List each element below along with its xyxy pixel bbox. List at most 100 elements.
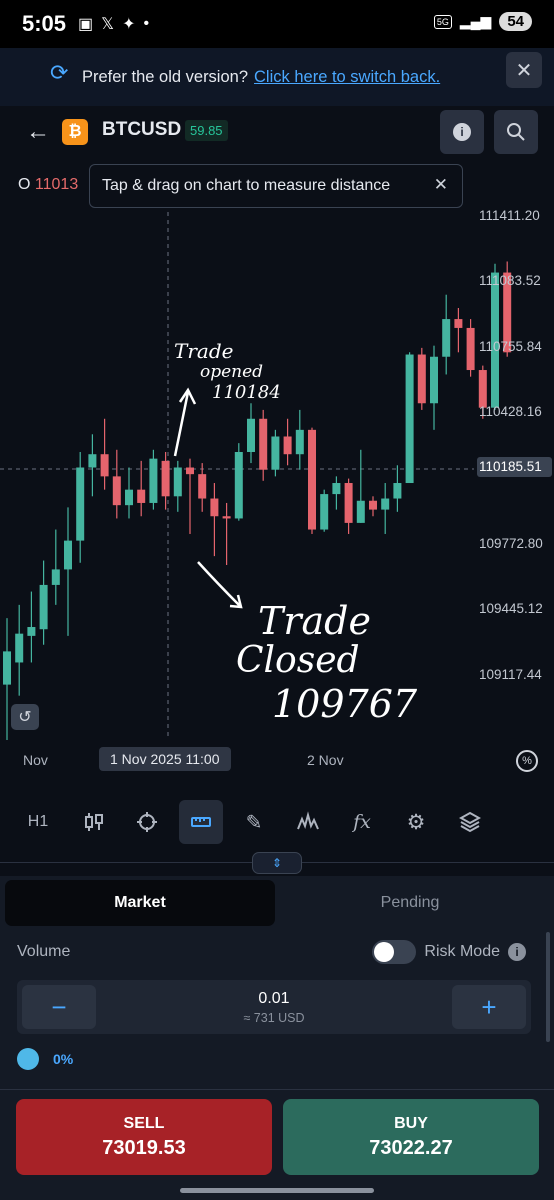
volume-label: Volume: [17, 943, 71, 960]
candle-body: [247, 418, 255, 452]
price-tick-label: 109772.80: [479, 536, 543, 551]
candle-body: [186, 467, 194, 475]
price-tick-label: 110428.16: [479, 404, 542, 419]
up-arrow-icon: [173, 387, 197, 457]
candle-body: [125, 489, 133, 506]
dot-icon: •: [143, 15, 150, 32]
ruler-button[interactable]: [179, 800, 223, 844]
panel-scrollbar[interactable]: [546, 932, 550, 1042]
risk-mode-toggle[interactable]: [372, 940, 417, 964]
price-tick-label: 109445.12: [479, 601, 543, 616]
candle-body: [173, 467, 182, 497]
buy-label: BUY: [394, 1114, 428, 1132]
pencil-icon: ✎: [245, 811, 263, 834]
plus-icon: +: [481, 991, 497, 1022]
candle-body: [210, 498, 219, 517]
candle-body: [3, 651, 11, 685]
annotation-closed-line2: Closed: [236, 640, 360, 681]
ohlc-open-label: O: [18, 176, 31, 193]
price-tick-label: 110185.51: [479, 459, 542, 474]
layers-button[interactable]: [448, 800, 492, 844]
candle-body: [137, 489, 146, 503]
panel-separator: [0, 1089, 554, 1090]
annotation-closed-line3: 109767: [272, 682, 418, 726]
tab-pending[interactable]: Pending: [275, 880, 545, 926]
expand-vertical-icon: ⇕: [271, 856, 283, 870]
candle-body: [417, 354, 426, 404]
measure-tooltip-text: Tap & drag on chart to measure distance: [102, 177, 391, 194]
risk-info-icon[interactable]: i: [508, 943, 526, 961]
price-tick-label: 109117.44: [479, 667, 542, 682]
candle-body: [320, 494, 329, 530]
reset-icon: ↺: [18, 709, 32, 726]
percent-scale-icon[interactable]: %: [516, 750, 538, 772]
battery-indicator: 54: [499, 12, 532, 31]
price-axis: 111411.20 111083.52 110755.84 110428.16 1101…: [477, 208, 552, 682]
back-arrow-icon[interactable]: ←: [26, 118, 50, 146]
time-label-selected: 1 Nov 2025 11:00: [99, 747, 231, 771]
slider-handle[interactable]: [17, 1048, 39, 1070]
instrument-symbol[interactable]: BTCUSD: [102, 119, 181, 141]
draw-button[interactable]: ✎: [232, 800, 276, 844]
status-time: 5:05: [22, 11, 67, 36]
increase-volume-button[interactable]: +: [452, 985, 526, 1029]
candle-body: [454, 319, 463, 328]
x-app-icon: 𝕏: [101, 16, 115, 33]
candle-body: [356, 500, 365, 523]
down-arrow-icon: [197, 561, 243, 609]
annotation-closed: Trade Closed 109767: [197, 561, 418, 726]
screenshot-icon: ▣: [78, 16, 94, 33]
candle-body: [51, 569, 60, 585]
annotation-opened-line1: Trade: [174, 339, 233, 363]
instrument-header: ← ₿ BTCUSD 59.85 i: [0, 106, 554, 164]
volume-stepper: − 0.01 ≈ 731 USD +: [17, 980, 531, 1034]
candle-body: [64, 540, 72, 570]
candle-body: [283, 436, 292, 455]
chart-toolbar: H1 ✎ fx ⚙: [0, 800, 554, 846]
ohlc-readout: O 11013: [18, 176, 78, 194]
candle-body: [295, 429, 304, 455]
reset-chart-button[interactable]: ↺: [11, 704, 39, 730]
crosshair-button[interactable]: [125, 800, 169, 844]
candle-body: [161, 460, 170, 497]
banner-close-button[interactable]: ✕: [506, 52, 542, 88]
ohlc-open-value: 11013: [34, 176, 79, 193]
candle-body: [88, 454, 97, 468]
patterns-button[interactable]: [286, 800, 330, 844]
risk-mode: Risk Mode i: [372, 940, 526, 964]
candle-body: [344, 483, 353, 523]
time-label-2nov: 2 Nov: [307, 752, 344, 768]
refresh-icon: ⟳: [50, 60, 69, 85]
indicators-button[interactable]: fx: [340, 800, 384, 844]
rocket-icon: ✦: [122, 16, 136, 33]
candle-body: [198, 474, 207, 499]
candle-type-button[interactable]: [72, 800, 116, 844]
volume-slider: 0%: [17, 1048, 73, 1070]
info-button[interactable]: i: [440, 110, 484, 154]
candle-body: [308, 429, 316, 530]
price-chart[interactable]: 111411.20 111083.52 110755.84 110428.16 1101…: [0, 164, 554, 740]
price-tick-label: 111083.52: [479, 273, 541, 288]
candle-body: [466, 327, 475, 371]
buy-price: 73022.27: [369, 1136, 453, 1159]
risk-mode-label: Risk Mode: [424, 943, 500, 960]
timeframe-button[interactable]: H1: [16, 800, 60, 844]
signal-icon: ▂▄▆: [459, 13, 492, 29]
search-button[interactable]: [494, 110, 538, 154]
panel-resize-handle[interactable]: ⇕: [252, 852, 302, 874]
slider-percent: 0%: [53, 1051, 74, 1067]
tooltip-close-icon[interactable]: ✕: [434, 175, 448, 195]
order-panel: Market Pending Volume Risk Mode i − 0.01…: [0, 876, 554, 1200]
search-icon: [507, 123, 525, 141]
network-badge: 5G: [433, 14, 452, 29]
switch-back-link[interactable]: Click here to switch back.: [254, 68, 440, 87]
tab-market[interactable]: Market: [5, 880, 275, 926]
settings-button[interactable]: ⚙: [394, 800, 438, 844]
info-icon: i: [453, 123, 471, 141]
bitcoin-icon: ₿: [62, 119, 88, 145]
buy-button[interactable]: BUY 73022.27: [283, 1099, 539, 1175]
candle-body: [39, 584, 48, 630]
annotation-opened-line3: 110184: [212, 382, 281, 403]
status-bar: 5:05 ▣ 𝕏 ✦ • 5G ▂▄▆ 54: [0, 0, 554, 48]
sell-button[interactable]: SELL 73019.53: [16, 1099, 272, 1175]
